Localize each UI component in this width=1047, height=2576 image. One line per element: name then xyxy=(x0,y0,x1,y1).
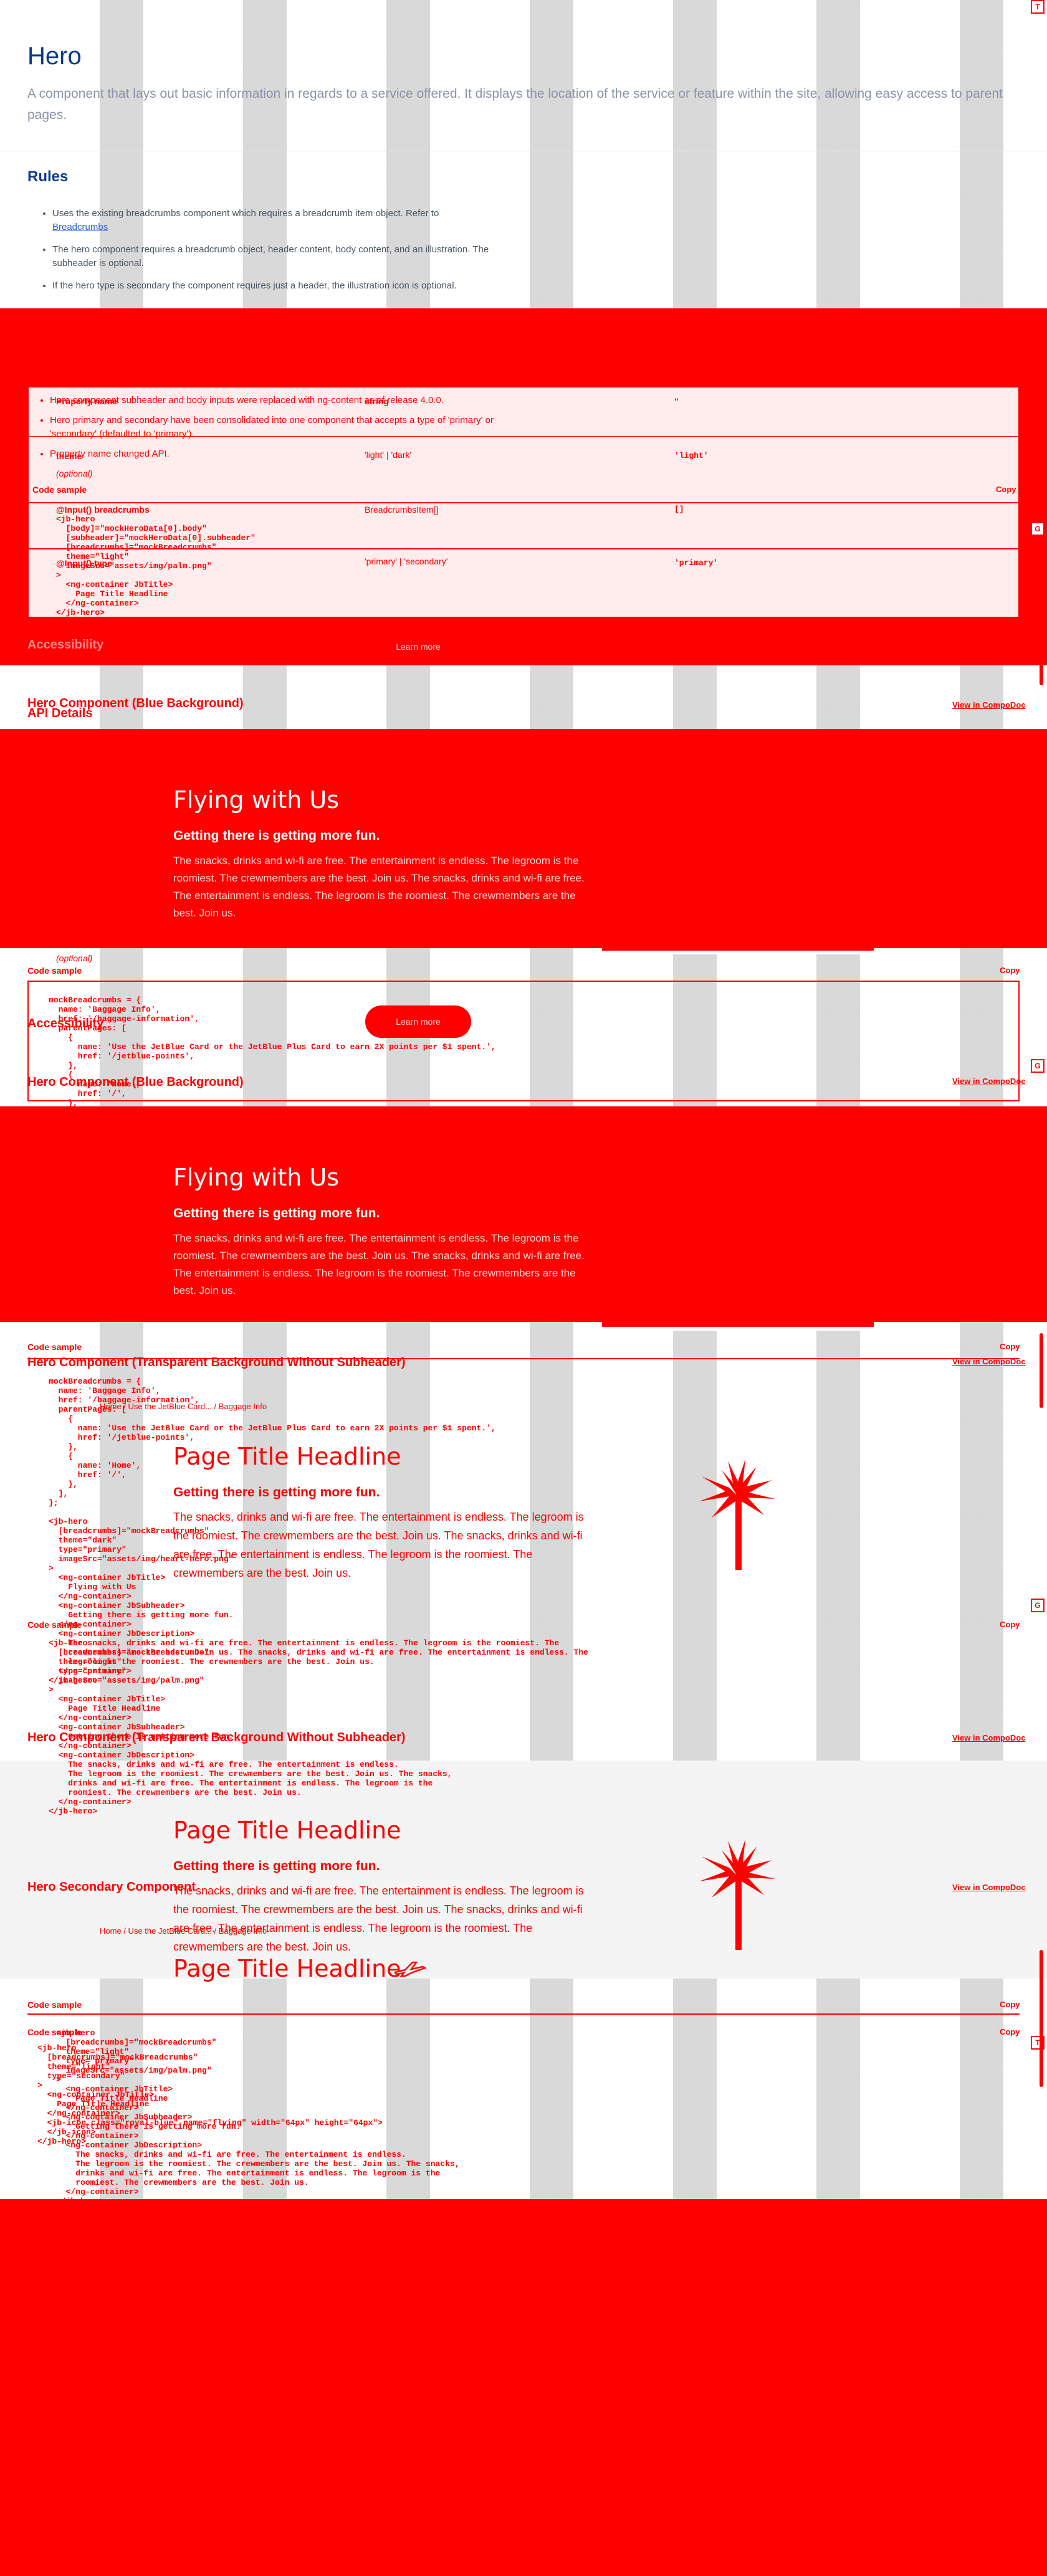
hero-subheader: Getting there is getting more fun. xyxy=(173,1206,380,1220)
code-sample-label: Code sample xyxy=(27,1342,82,1352)
hero-body: The snacks, drinks and wi-fi are free. T… xyxy=(173,1511,584,1579)
hero-subheader: Getting there is getting more fun. xyxy=(173,1859,380,1873)
hero-illustration xyxy=(602,1271,874,1331)
api-row-name: type xyxy=(94,558,112,568)
note-item: Hero component subheader and body inputs… xyxy=(50,394,524,407)
code-sample-label: Code sample xyxy=(32,485,87,495)
hero-title: Page Title Headline xyxy=(173,1817,401,1844)
api-notes: Hero component subheader and body inputs… xyxy=(50,394,524,461)
breadcrumb[interactable]: Home / Use the JetBlue Card... / Baggage… xyxy=(100,1926,267,1936)
view-compodoc-link[interactable]: View in CompoDoc xyxy=(952,1883,1026,1892)
rules-heading: Rules xyxy=(27,168,69,185)
api-details-heading: API Details xyxy=(27,706,93,720)
api-row-default: 'primary' xyxy=(674,558,719,568)
hero-subheader: Getting there is getting more fun. xyxy=(173,829,380,843)
code-block: <jb-hero [breadcrumbs]="mockBreadcrumbs"… xyxy=(49,1638,452,1816)
input-decorator: @Input() xyxy=(56,505,92,515)
learn-more-button[interactable]: Learn more xyxy=(365,1005,471,1038)
code-sample-label: Code sample xyxy=(27,966,82,976)
copy-button[interactable]: Copy xyxy=(996,485,1016,494)
api-row-name: theme xyxy=(56,451,82,461)
hero-body: The snacks, drinks and wi-fi are free. T… xyxy=(173,855,585,919)
breadcrumb[interactable]: Home / Use the JetBlue Card... / Baggage… xyxy=(100,1402,267,1411)
footer-panel xyxy=(0,2199,1047,2576)
page-title: Hero xyxy=(27,42,82,70)
copy-button[interactable]: Copy xyxy=(1000,2027,1020,2037)
api-input-label: @Input() type xyxy=(56,558,112,568)
section-title-secondary: Hero Secondary Component xyxy=(27,1880,196,1894)
code-block: <jb-hero [breadcrumbs]="mockBreadcrumbs"… xyxy=(56,2028,460,2206)
rule-item: If the hero type is secondary the compon… xyxy=(52,279,526,293)
copy-button[interactable]: Copy xyxy=(1000,966,1020,975)
view-compodoc-link[interactable]: View in CompoDoc xyxy=(952,700,1026,710)
scrollbar-thumb[interactable] xyxy=(1040,648,1043,685)
api-input-label: @Input() breadcrumbs xyxy=(56,505,150,515)
copy-button[interactable]: Copy xyxy=(1000,1342,1020,1351)
breadcrumbs-link[interactable]: Breadcrumbs xyxy=(52,222,108,232)
hero-subheader: Getting there is getting more fun. xyxy=(173,1485,380,1499)
hero-body: The snacks, drinks and wi-fi are free. T… xyxy=(173,1232,585,1296)
rules-list: Uses the existing breadcrumbs component … xyxy=(52,207,526,302)
hero-illustration xyxy=(602,891,874,954)
api-row-type: string xyxy=(365,396,389,406)
note-item: Property name changed API. xyxy=(50,447,524,461)
scrollbar-thumb[interactable] xyxy=(1040,1950,1043,2087)
copy-button[interactable]: Copy xyxy=(1000,1620,1020,1629)
table-rule xyxy=(27,436,1020,437)
api-row-default: [] xyxy=(674,505,684,514)
rule-text: Uses the existing breadcrumbs component … xyxy=(52,208,439,219)
api-row-default: '' xyxy=(674,396,679,406)
palm-illustration xyxy=(699,1839,775,1950)
optional-tag: (optional) xyxy=(56,468,93,478)
input-decorator: @Input() xyxy=(56,558,92,568)
palm-illustration xyxy=(699,1459,775,1570)
edge-marker: G xyxy=(1031,1599,1045,1612)
section-rule xyxy=(27,2013,1020,2015)
section-title-transparent: Hero Component (Transparent Background W… xyxy=(27,1731,406,1744)
hero-title: Flying with Us xyxy=(173,786,340,814)
scrollbar-thumb[interactable] xyxy=(1040,1333,1043,1408)
api-row-default: 'light' xyxy=(674,451,709,460)
edge-marker: G xyxy=(1031,1059,1045,1073)
learn-more-button[interactable]: Learn more xyxy=(365,630,471,663)
table-rule xyxy=(27,502,1020,503)
code-sample-label: Code sample xyxy=(27,2000,82,2010)
view-compodoc-link[interactable]: View in CompoDoc xyxy=(952,1077,1026,1086)
api-row-type: 'light' | 'dark' xyxy=(365,450,412,460)
page-description: A component that lays out basic informat… xyxy=(27,87,1003,122)
api-row-name: breadcrumbs xyxy=(94,505,150,515)
note-item: Hero primary and secondary have been con… xyxy=(50,414,524,441)
optional-tag: (optional) xyxy=(56,953,93,963)
hero-title: Page Title Headline xyxy=(173,1443,401,1470)
api-row-type: BreadcrumbsItem[] xyxy=(365,505,439,515)
view-compodoc-link[interactable]: View in CompoDoc xyxy=(952,1733,1026,1742)
edge-marker: T xyxy=(1031,0,1045,14)
copy-button[interactable]: Copy xyxy=(1000,2000,1020,2009)
hero-body: The snacks, drinks and wi-fi are free. T… xyxy=(173,1884,584,1953)
section-rule xyxy=(27,1358,1020,1359)
hero-title: Flying with Us xyxy=(173,1164,340,1191)
rule-item: Uses the existing breadcrumbs component … xyxy=(52,207,526,234)
rule-item: The hero component requires a breadcrumb… xyxy=(52,243,526,270)
section-title-blue: Hero Component (Blue Background) xyxy=(27,1075,244,1089)
accessibility-heading: Accessibility xyxy=(27,638,104,652)
hero-secondary-title: Page Title Headline xyxy=(173,1955,401,1982)
flying-icon xyxy=(394,1961,426,1977)
accessibility-heading: Accessibility xyxy=(27,1017,104,1030)
code-sample-label: Code sample xyxy=(27,1620,82,1630)
api-row-type: 'primary' | 'secondary' xyxy=(365,556,448,566)
api-row-name: Property name xyxy=(56,396,118,406)
edge-marker: G xyxy=(1031,522,1045,536)
